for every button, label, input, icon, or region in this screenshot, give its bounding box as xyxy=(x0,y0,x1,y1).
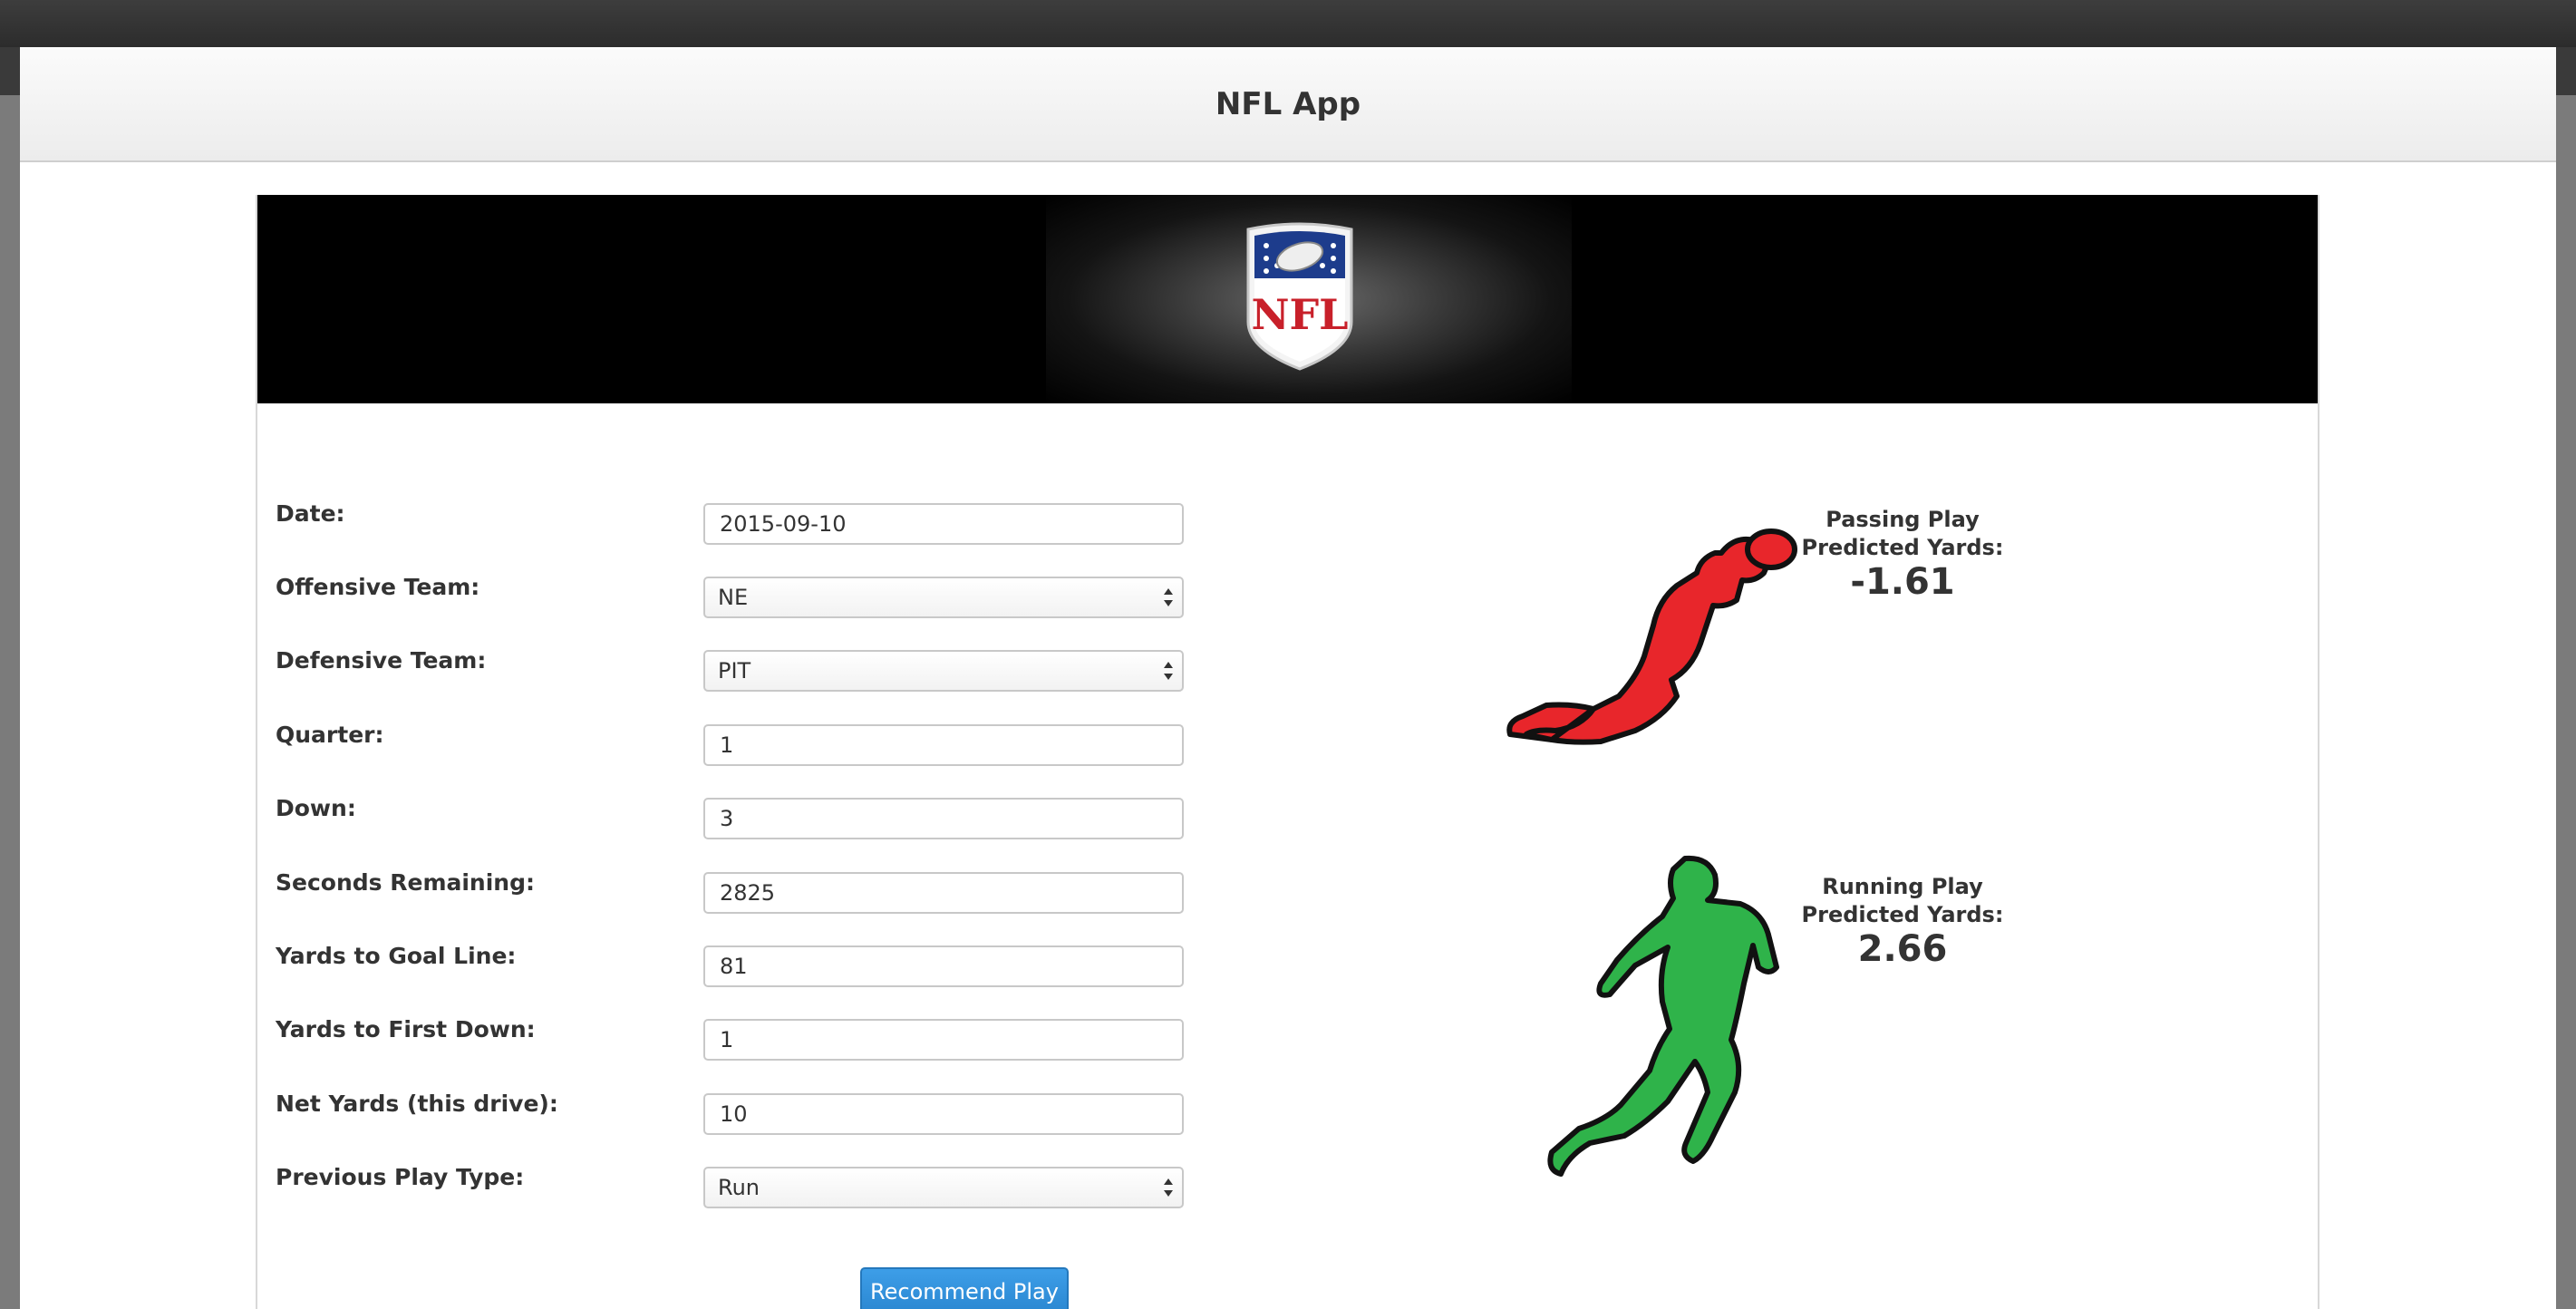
running-player-icon xyxy=(1547,855,1779,1177)
quarter-row: Quarter: 1 xyxy=(257,722,1254,766)
select-arrows-icon xyxy=(1164,1178,1173,1197)
passing-prediction-title: Passing Play xyxy=(1825,507,1980,532)
down-label: Down: xyxy=(276,795,356,821)
running-prediction: Running Play Predicted Yards: 2.66 xyxy=(1767,873,2039,969)
seconds-remaining-row: Seconds Remaining: 2825 xyxy=(257,869,1254,914)
passing-prediction: Passing Play Predicted Yards: -1.61 xyxy=(1767,506,2039,602)
offensive-team-row: Offensive Team: NE xyxy=(257,574,1254,618)
defensive-team-value: PIT xyxy=(718,658,751,684)
nfl-logo-text: NFL xyxy=(1251,290,1348,339)
nfl-banner: NFL xyxy=(257,195,2318,403)
down-input[interactable]: 3 xyxy=(703,798,1184,839)
quarter-label: Quarter: xyxy=(276,722,384,748)
yards-to-first-row: Yards to First Down: 1 xyxy=(257,1016,1254,1061)
running-prediction-subtitle: Predicted Yards: xyxy=(1801,902,2004,927)
passing-player-body xyxy=(1506,537,1771,745)
running-prediction-title: Running Play xyxy=(1822,874,1983,899)
browser-top-strip xyxy=(0,0,2576,47)
offensive-team-value: NE xyxy=(718,585,749,610)
app-header: NFL App xyxy=(20,47,2556,162)
passing-predicted-yards: -1.61 xyxy=(1850,561,1955,603)
select-arrows-icon xyxy=(1164,662,1173,680)
offensive-team-select[interactable]: NE xyxy=(703,577,1184,618)
app-window: NFL App NFL Date: 2015-09-10 Offensive T… xyxy=(20,47,2556,1309)
yards-to-goal-label: Yards to Goal Line: xyxy=(276,943,517,969)
select-arrows-icon xyxy=(1164,588,1173,606)
yards-to-first-label: Yards to First Down: xyxy=(276,1016,536,1042)
previous-play-value: Run xyxy=(718,1175,760,1200)
down-row: Down: 3 xyxy=(257,795,1254,839)
previous-play-label: Previous Play Type: xyxy=(276,1164,525,1190)
main-container: NFL Date: 2015-09-10 Offensive Team: NE … xyxy=(256,195,2319,1309)
seconds-remaining-input[interactable]: 2825 xyxy=(703,872,1184,914)
recommend-play-button[interactable]: Recommend Play xyxy=(860,1267,1069,1309)
quarter-input[interactable]: 1 xyxy=(703,724,1184,766)
date-label: Date: xyxy=(276,500,345,527)
app-title: NFL App xyxy=(1215,86,1361,122)
window-edge-right xyxy=(2556,95,2576,1309)
date-input[interactable]: 2015-09-10 xyxy=(703,503,1184,545)
net-yards-row: Net Yards (this drive): 10 xyxy=(257,1091,1254,1135)
previous-play-select[interactable]: Run xyxy=(703,1167,1184,1208)
window-edge-left xyxy=(0,95,20,1309)
defensive-team-row: Defensive Team: PIT xyxy=(257,647,1254,692)
date-row: Date: 2015-09-10 xyxy=(257,500,1254,545)
net-yards-input[interactable]: 10 xyxy=(703,1093,1184,1135)
yards-to-goal-input[interactable]: 81 xyxy=(703,945,1184,987)
nfl-logo: NFL xyxy=(1246,222,1353,371)
net-yards-label: Net Yards (this drive): xyxy=(276,1091,558,1117)
running-player-body xyxy=(1547,855,1779,1177)
defensive-team-select[interactable]: PIT xyxy=(703,650,1184,692)
running-predicted-yards: 2.66 xyxy=(1857,928,1948,970)
seconds-remaining-label: Seconds Remaining: xyxy=(276,869,535,896)
defensive-team-label: Defensive Team: xyxy=(276,647,487,674)
offensive-team-label: Offensive Team: xyxy=(276,574,480,600)
previous-play-row: Previous Play Type: Run xyxy=(257,1164,1254,1208)
yards-to-first-input[interactable]: 1 xyxy=(703,1019,1184,1061)
yards-to-goal-row: Yards to Goal Line: 81 xyxy=(257,943,1254,987)
passing-prediction-subtitle: Predicted Yards: xyxy=(1801,535,2004,560)
